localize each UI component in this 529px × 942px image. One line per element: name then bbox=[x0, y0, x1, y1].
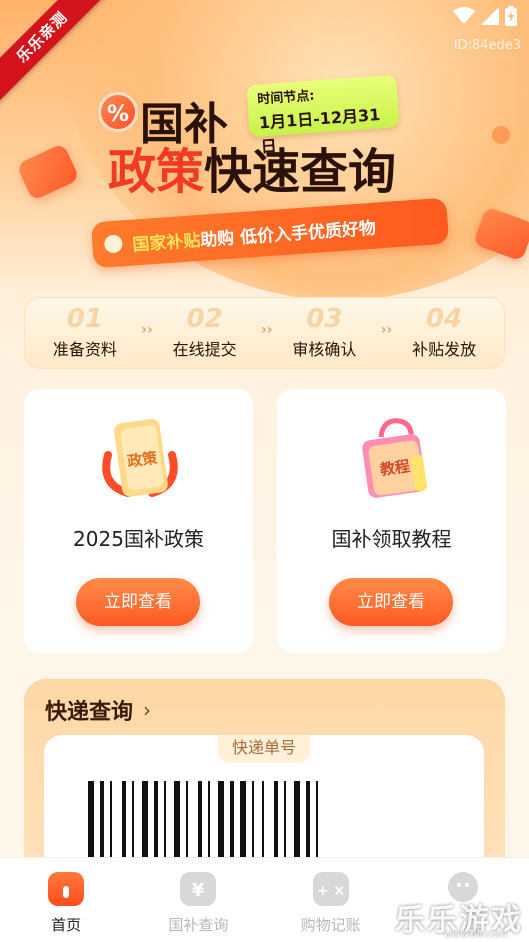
step-number: 01 bbox=[66, 304, 103, 334]
date-range: 1月1日-12月31日 bbox=[258, 105, 381, 157]
tracking-number-tab: 快递单号 bbox=[218, 735, 310, 763]
view-policy-button[interactable]: 立即查看 bbox=[76, 578, 200, 626]
nav-label: 国补查询 bbox=[168, 916, 229, 934]
watermark-url: www.6ll.com bbox=[443, 929, 507, 940]
step-item: 03 审核确认 ›› bbox=[265, 298, 392, 368]
step-label: 审核确认 bbox=[292, 340, 357, 359]
signal-icon bbox=[481, 7, 499, 25]
policy-card[interactable]: 政策 2025国补政策 立即查看 bbox=[24, 389, 253, 653]
home-icon bbox=[48, 872, 85, 906]
svg-text:+ ×: + × bbox=[316, 883, 344, 899]
date-range-box: 时间节点: 1月1日-12月31日 bbox=[246, 74, 400, 156]
svg-text:¥: ¥ bbox=[192, 880, 205, 901]
app-screen: ID:84ede3 乐乐亲测 % 国补 政策快速查询 时间节点: 1月1日-12… bbox=[0, 0, 529, 942]
banner-title-policy: 政策 bbox=[108, 144, 205, 200]
calculator-icon: + × bbox=[312, 872, 349, 906]
step-label: 准备资料 bbox=[52, 340, 117, 359]
step-number: 04 bbox=[426, 304, 463, 334]
tutorial-card[interactable]: 教程 国补领取教程 立即查看 bbox=[277, 389, 506, 653]
nav-item-home[interactable]: 首页 bbox=[0, 858, 132, 942]
nav-label: 购物记账 bbox=[300, 916, 361, 934]
shopping-bag-icon: 教程 bbox=[362, 418, 427, 498]
slogan-highlight: 国家补贴 bbox=[131, 230, 202, 256]
chevron-right-icon: › bbox=[143, 698, 152, 722]
nav-label: 首页 bbox=[51, 916, 82, 934]
step-number: 02 bbox=[186, 304, 223, 334]
view-tutorial-button[interactable]: 立即查看 bbox=[329, 578, 453, 626]
slogan-dot-icon bbox=[103, 234, 123, 254]
nav-item-shopping-ledger[interactable]: + × 购物记账 bbox=[265, 858, 397, 942]
express-query-link[interactable]: 快递查询 › bbox=[45, 694, 151, 726]
step-item: 01 准备资料 ›› bbox=[25, 298, 153, 368]
wifi-icon bbox=[453, 7, 475, 24]
discount-badge-icon: % bbox=[98, 92, 138, 132]
card-title: 2025国补政策 bbox=[73, 527, 204, 551]
status-bar bbox=[453, 6, 517, 26]
nav-item-subsidy-query[interactable]: ¥ 国补查询 bbox=[132, 858, 264, 942]
coin-decoration bbox=[492, 126, 510, 144]
step-number: 03 bbox=[306, 304, 343, 334]
step-item: 04 补贴发放 bbox=[384, 298, 504, 368]
policy-scroll-icon: 政策 bbox=[102, 419, 178, 497]
process-steps: 01 准备资料 ›› 02 在线提交 ›› 03 审核确认 ›› 04 补贴发放 bbox=[24, 297, 505, 369]
step-label: 补贴发放 bbox=[412, 340, 477, 359]
device-id-label: ID:84ede3 bbox=[453, 38, 521, 53]
red-envelope-decoration bbox=[15, 142, 81, 202]
step-label: 在线提交 bbox=[172, 340, 237, 359]
slogan-text: 助购 低价入手优质好物 bbox=[199, 218, 377, 251]
yen-icon: ¥ bbox=[180, 872, 217, 906]
battery-icon bbox=[505, 6, 517, 26]
card-title: 国补领取教程 bbox=[331, 527, 452, 551]
step-item: 02 在线提交 ›› bbox=[145, 298, 273, 368]
express-query-title: 快递查询 bbox=[45, 700, 134, 725]
